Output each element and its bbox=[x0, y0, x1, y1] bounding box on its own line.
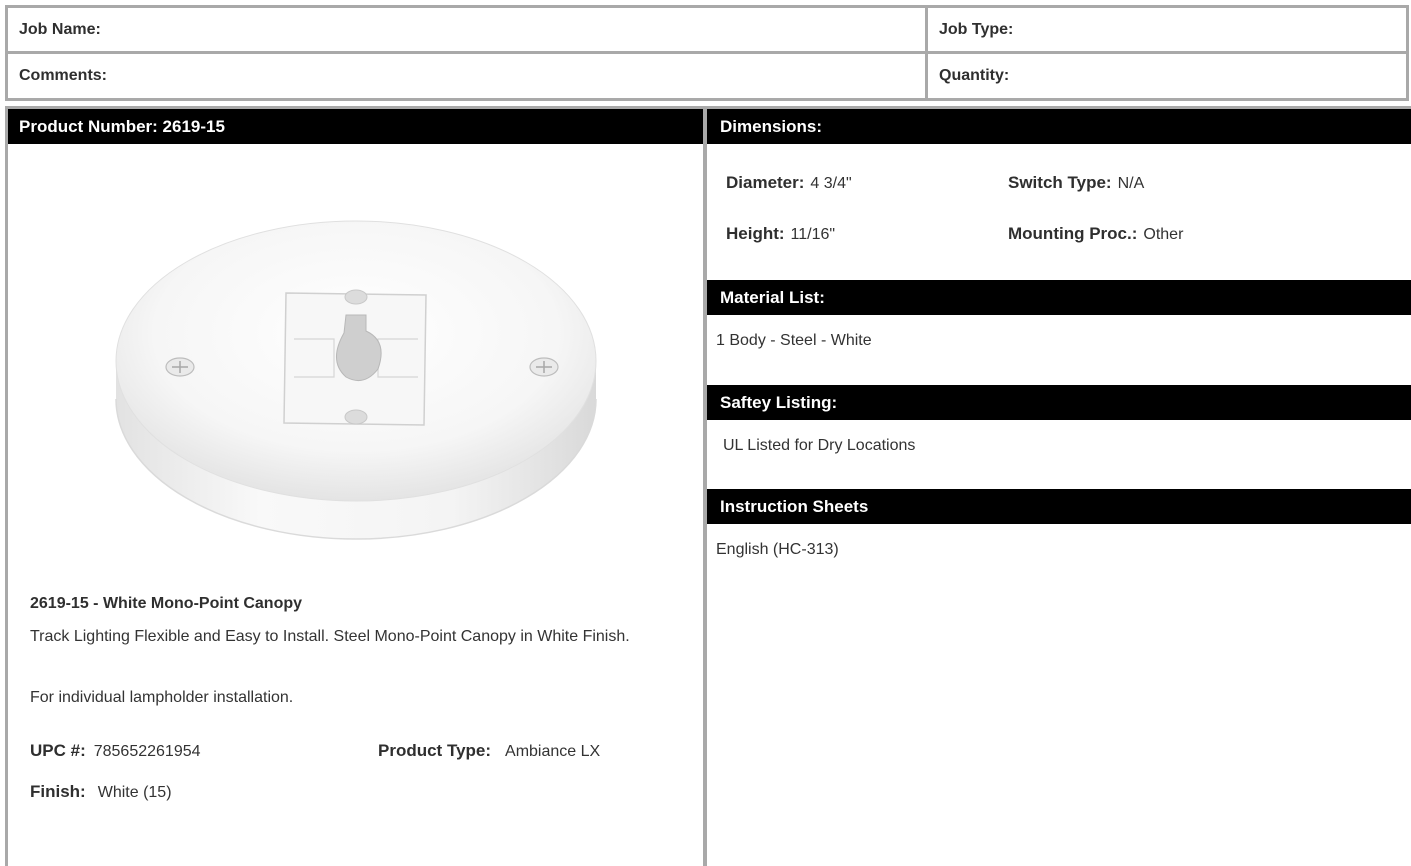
safety-listing-header: Saftey Listing: bbox=[707, 385, 1411, 420]
product-note: For individual lampholder installation. bbox=[30, 689, 294, 706]
upc-value: 785652261954 bbox=[93, 743, 201, 760]
mounting-field: Mounting Proc.: Other bbox=[1008, 224, 1183, 244]
product-image bbox=[115, 220, 597, 540]
switch-type-field: Switch Type: N/A bbox=[1008, 173, 1144, 193]
switch-type-label: Switch Type: bbox=[1008, 173, 1112, 192]
instruction-sheets-header: Instruction Sheets bbox=[707, 489, 1411, 524]
height-field: Height: 11/16" bbox=[726, 224, 835, 244]
upc-label: UPC #: bbox=[30, 741, 86, 760]
job-name-label: Job Name: bbox=[8, 8, 925, 51]
upc-field: UPC #: 785652261954 bbox=[30, 741, 201, 761]
quantity-label: Quantity: bbox=[928, 54, 1406, 98]
dimensions-header: Dimensions: bbox=[707, 109, 1411, 144]
safety-item: UL Listed for Dry Locations bbox=[723, 437, 916, 454]
mounting-label: Mounting Proc.: bbox=[1008, 224, 1138, 243]
product-number-header: Product Number: 2619-15 bbox=[8, 109, 703, 144]
mounting-value: Other bbox=[1143, 226, 1184, 243]
material-list-header: Material List: bbox=[707, 280, 1411, 315]
job-type-label: Job Type: bbox=[928, 8, 1406, 51]
finish-label: Finish: bbox=[30, 782, 86, 801]
switch-type-value: N/A bbox=[1117, 175, 1145, 192]
diameter-value: 4 3/4" bbox=[810, 175, 852, 192]
finish-field: Finish: White (15) bbox=[30, 782, 172, 802]
diameter-label: Diameter: bbox=[726, 173, 805, 192]
job-info-table: Job Name: Job Type: Comments: Quantity: bbox=[5, 5, 1409, 101]
material-item: 1 Body - Steel - White bbox=[716, 332, 872, 349]
height-label: Height: bbox=[726, 224, 785, 243]
height-value: 11/16" bbox=[790, 226, 836, 243]
diameter-field: Diameter: 4 3/4" bbox=[726, 173, 852, 193]
specs-panel: Dimensions: Diameter: 4 3/4" Switch Type:… bbox=[704, 106, 1411, 866]
finish-value: White (15) bbox=[97, 784, 172, 801]
product-title: 2619-15 - White Mono-Point Canopy bbox=[30, 595, 303, 612]
instruction-sheet-link[interactable]: English (HC-313) bbox=[716, 541, 839, 559]
comments-label: Comments: bbox=[8, 54, 925, 98]
product-type-value: Ambiance LX bbox=[505, 743, 601, 760]
product-type-label: Product Type: bbox=[378, 741, 492, 760]
product-type-field: Product Type: Ambiance LX bbox=[378, 741, 600, 761]
product-panel: Product Number: 2619-15 2619-15 - White … bbox=[5, 106, 706, 866]
product-description: Track Lighting Flexible and Easy to Inst… bbox=[30, 628, 630, 645]
